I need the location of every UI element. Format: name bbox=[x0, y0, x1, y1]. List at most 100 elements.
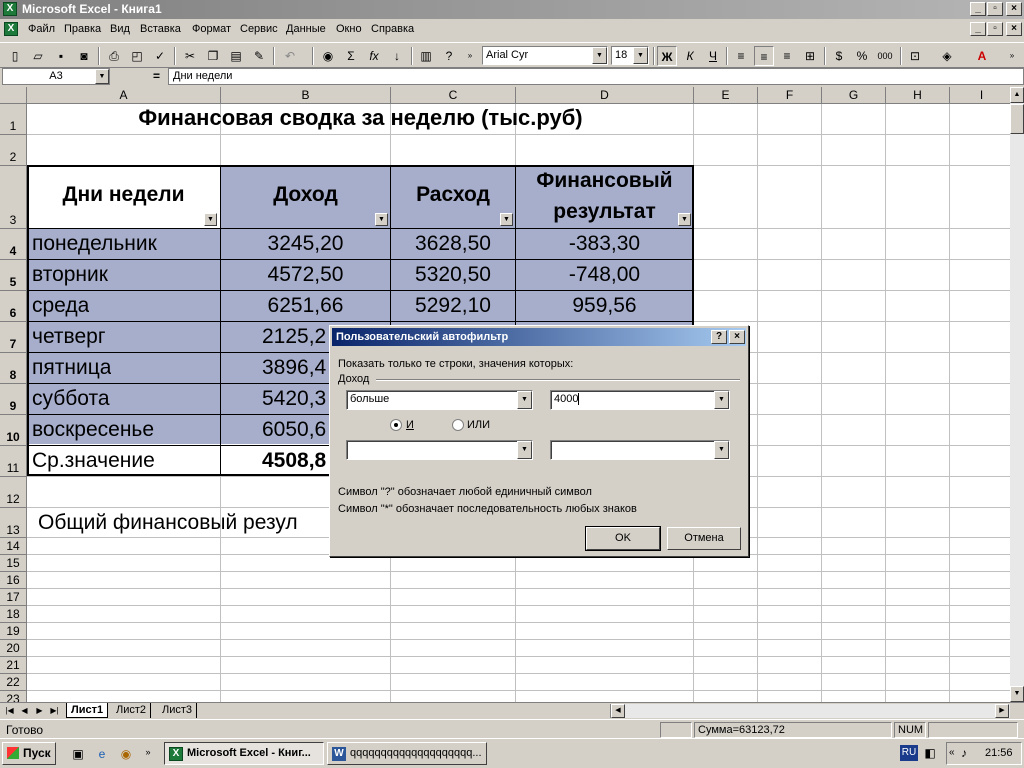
print-icon[interactable]: ⎙ bbox=[104, 46, 124, 66]
formula-input[interactable]: Дни недели bbox=[168, 68, 1024, 85]
scroll-left-icon[interactable]: ◀ bbox=[611, 704, 625, 718]
cell-day[interactable]: четверг bbox=[32, 325, 105, 349]
clock[interactable]: 21:56 bbox=[985, 747, 1013, 759]
toolbar-options-icon[interactable]: » bbox=[1002, 46, 1022, 66]
chevron-down-icon[interactable]: ▼ bbox=[517, 391, 532, 409]
scroll-right-icon[interactable]: ▶ bbox=[995, 704, 1009, 718]
format-painter-icon[interactable]: ✎ bbox=[249, 46, 269, 66]
currency-icon[interactable]: $ bbox=[829, 46, 849, 66]
scroll-thumb[interactable] bbox=[1010, 104, 1024, 134]
tab-sheet1[interactable]: Лист1 bbox=[66, 703, 109, 718]
column-header-h[interactable]: H bbox=[886, 87, 950, 104]
excel-app-icon[interactable]: X bbox=[3, 2, 17, 16]
hyperlink-icon[interactable]: ◉ bbox=[318, 46, 338, 66]
row-header[interactable]: 10 bbox=[0, 415, 27, 446]
task-word[interactable]: W qqqqqqqqqqqqqqqqqqqq... bbox=[327, 742, 487, 765]
row-header[interactable]: 22 bbox=[0, 674, 27, 691]
network-icon[interactable]: ◧ bbox=[920, 743, 940, 763]
or-radio[interactable] bbox=[452, 419, 464, 431]
chart-wizard-icon[interactable]: ▥ bbox=[416, 46, 436, 66]
cut-icon[interactable]: ✂ bbox=[180, 46, 200, 66]
underline-icon[interactable]: Ч bbox=[703, 46, 723, 66]
menu-help[interactable]: Справка bbox=[371, 23, 414, 35]
column-header-a[interactable]: A bbox=[27, 87, 221, 104]
row-header[interactable]: 4 bbox=[0, 229, 27, 260]
menu-edit[interactable]: Правка bbox=[64, 23, 101, 35]
doc-minimize-button[interactable]: _ bbox=[970, 22, 986, 36]
percent-icon[interactable]: % bbox=[852, 46, 872, 66]
row-header[interactable]: 6 bbox=[0, 291, 27, 322]
cell-day[interactable]: пятница bbox=[32, 356, 111, 380]
row-header[interactable]: 2 bbox=[0, 135, 27, 166]
menu-insert[interactable]: Вставка bbox=[140, 23, 181, 35]
cell-result[interactable]: -748,00 bbox=[516, 263, 693, 287]
cell-result[interactable]: 959,56 bbox=[516, 294, 693, 318]
row-header[interactable]: 12 bbox=[0, 477, 27, 508]
menu-window[interactable]: Окно bbox=[336, 23, 362, 35]
fill-color-icon[interactable]: ◈ bbox=[937, 46, 957, 66]
borders-icon[interactable]: ⊡ bbox=[905, 46, 925, 66]
function-icon[interactable]: fx bbox=[364, 46, 384, 66]
cell-income[interactable]: 3896,4 bbox=[262, 356, 326, 380]
cell-day[interactable]: вторник bbox=[32, 263, 108, 287]
language-indicator[interactable]: RU bbox=[900, 745, 918, 761]
workbook-icon[interactable]: X bbox=[4, 22, 18, 36]
cell-result[interactable]: -383,30 bbox=[516, 232, 693, 256]
column-header-b[interactable]: B bbox=[221, 87, 391, 104]
font-size-combo[interactable]: 18 ▼ bbox=[611, 46, 649, 65]
value1-input[interactable]: 4000 bbox=[554, 393, 578, 405]
row-header[interactable]: 15 bbox=[0, 555, 27, 572]
tab-sheet3[interactable]: Лист3 bbox=[158, 703, 198, 718]
dialog-title-bar[interactable]: Пользовательский автофильтр ? × bbox=[332, 328, 746, 346]
prev-sheet-icon[interactable]: ◀ bbox=[18, 704, 31, 717]
row-header[interactable]: 5 bbox=[0, 260, 27, 291]
column-header-c[interactable]: C bbox=[391, 87, 516, 104]
operator1-select[interactable]: больше ▼ bbox=[346, 390, 533, 410]
close-button[interactable]: × bbox=[1006, 2, 1022, 16]
last-sheet-icon[interactable]: ▶| bbox=[48, 704, 61, 717]
autofilter-button-days[interactable]: ▼ bbox=[204, 213, 217, 226]
sort-ascending-icon[interactable]: ↓ bbox=[387, 46, 407, 66]
start-button[interactable]: Пуск bbox=[2, 742, 56, 765]
row-header[interactable]: 9 bbox=[0, 384, 27, 415]
italic-icon[interactable]: К bbox=[680, 46, 700, 66]
cell-income[interactable]: 6050,6 bbox=[262, 418, 326, 442]
show-desktop-icon[interactable]: ▣ bbox=[68, 744, 88, 764]
autofilter-button-expense[interactable]: ▼ bbox=[500, 213, 513, 226]
font-name-combo[interactable]: Arial Cyr ▼ bbox=[482, 46, 608, 65]
and-radio[interactable] bbox=[390, 419, 402, 431]
help-icon[interactable]: ? bbox=[439, 46, 459, 66]
help-icon[interactable]: ? bbox=[711, 330, 727, 344]
column-header-d[interactable]: D bbox=[516, 87, 694, 104]
internet-explorer-icon[interactable]: e bbox=[92, 744, 112, 764]
row-header[interactable]: 3 bbox=[0, 166, 27, 229]
minimize-button[interactable]: _ bbox=[970, 2, 986, 16]
autofilter-button-result[interactable]: ▼ bbox=[678, 213, 691, 226]
menu-data[interactable]: Данные bbox=[286, 23, 326, 35]
maximize-button[interactable]: ▫ bbox=[987, 2, 1003, 16]
thousands-icon[interactable]: 000 bbox=[875, 46, 895, 66]
paste-icon[interactable]: ▤ bbox=[226, 46, 246, 66]
spelling-icon[interactable]: ✓ bbox=[150, 46, 170, 66]
chevron-down-icon[interactable]: ▼ bbox=[714, 391, 729, 409]
ok-button[interactable]: OK bbox=[585, 526, 661, 551]
new-file-icon[interactable]: ▯ bbox=[5, 46, 25, 66]
value2-combo[interactable]: ▼ bbox=[550, 440, 730, 460]
tray-expand-icon[interactable]: « bbox=[949, 747, 955, 758]
row-header[interactable]: 13 bbox=[0, 508, 27, 538]
quicklaunch-icon[interactable]: ◉ bbox=[116, 744, 136, 764]
scroll-up-icon[interactable]: ▲ bbox=[1010, 87, 1024, 103]
font-color-icon[interactable]: A bbox=[972, 46, 992, 66]
row-header[interactable]: 23 bbox=[0, 691, 27, 702]
cell-avg-value[interactable]: 4508,8 bbox=[262, 449, 326, 473]
vertical-scrollbar[interactable]: ▲ ▼ bbox=[1010, 87, 1024, 702]
chevron-down-icon[interactable]: ▼ bbox=[592, 47, 607, 64]
tab-sheet2[interactable]: Лист2 bbox=[112, 703, 152, 718]
row-header[interactable]: 17 bbox=[0, 589, 27, 606]
cell-income[interactable]: 3245,20 bbox=[221, 232, 390, 256]
and-label[interactable]: И bbox=[406, 419, 414, 431]
align-left-icon[interactable]: ≡ bbox=[731, 46, 751, 66]
scroll-down-icon[interactable]: ▼ bbox=[1010, 686, 1024, 702]
doc-restore-button[interactable]: ▫ bbox=[987, 22, 1003, 36]
menu-file[interactable]: Файл bbox=[28, 23, 55, 35]
